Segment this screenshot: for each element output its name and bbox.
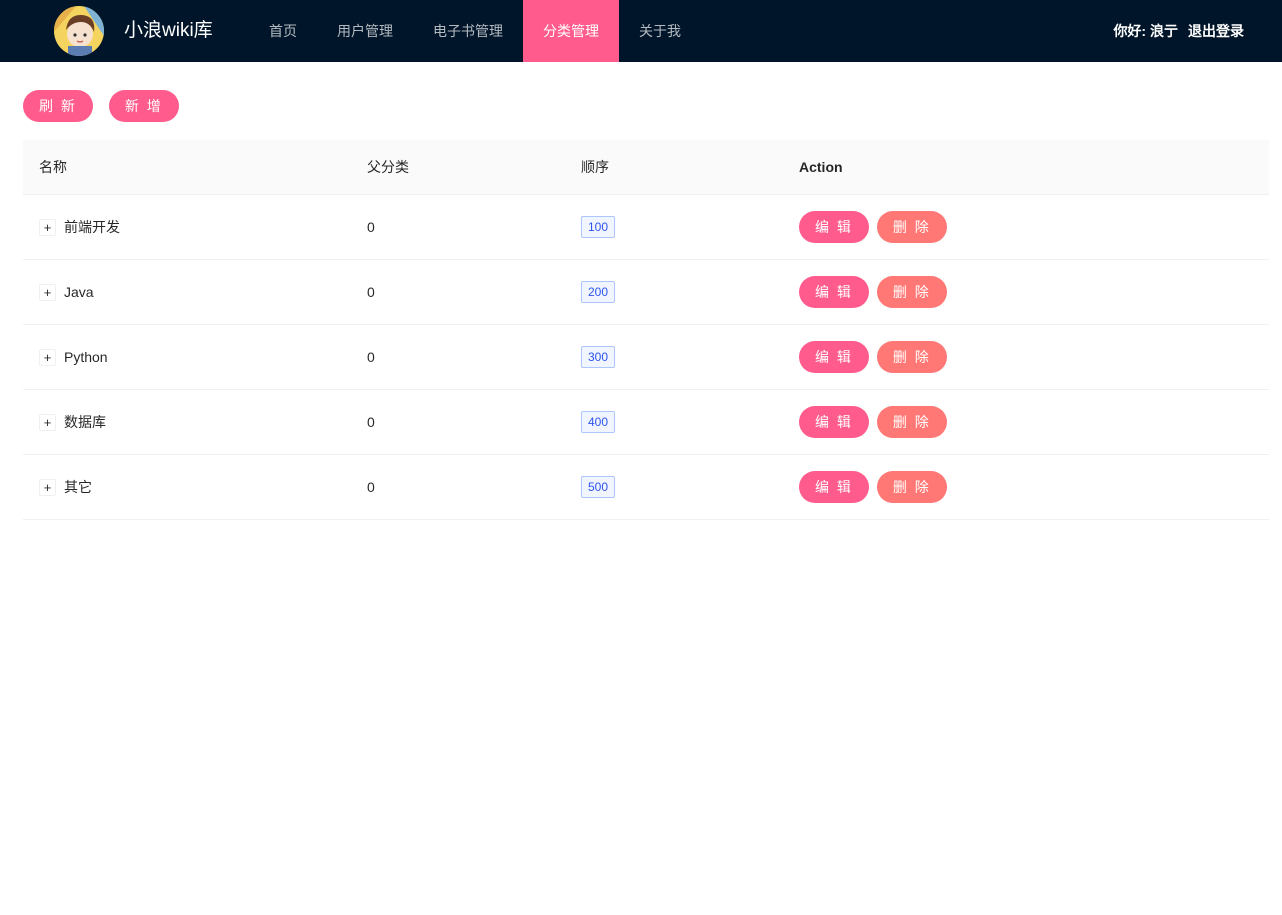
category-name: Python — [64, 349, 108, 365]
top-header: 小浪wiki库 首页 用户管理 电子书管理 分类管理 关于我 你好: 浪亍 退出… — [0, 0, 1282, 62]
expand-icon[interactable]: + — [39, 348, 56, 366]
avatar[interactable] — [54, 6, 104, 56]
nav-item-home[interactable]: 首页 — [249, 0, 317, 62]
table-row: + 其它 0 500 编 辑 删 除 — [23, 455, 1269, 520]
category-name: 其它 — [64, 479, 92, 495]
toolbar: 刷 新 新 增 — [23, 90, 179, 122]
sort-tag: 200 — [581, 281, 616, 303]
user-area: 你好: 浪亍 退出登录 — [1113, 0, 1244, 62]
add-button[interactable]: 新 增 — [108, 90, 179, 122]
nav-item-users[interactable]: 用户管理 — [317, 0, 413, 62]
nav-item-categories[interactable]: 分类管理 — [523, 0, 619, 62]
delete-button[interactable]: 删 除 — [876, 211, 947, 243]
expand-icon[interactable]: + — [39, 283, 56, 301]
main-nav: 首页 用户管理 电子书管理 分类管理 关于我 — [249, 0, 701, 62]
table-row: + 前端开发 0 100 编 辑 删 除 — [23, 195, 1269, 260]
edit-button[interactable]: 编 辑 — [799, 341, 869, 373]
logout-link[interactable]: 退出登录 — [1188, 21, 1244, 41]
category-name: 数据库 — [64, 414, 106, 430]
sort-tag: 100 — [581, 216, 616, 238]
category-name: Java — [64, 284, 94, 300]
greeting: 你好: 浪亍 — [1113, 23, 1178, 39]
avatar-image — [54, 6, 104, 56]
parent-value: 0 — [367, 349, 375, 365]
delete-button[interactable]: 删 除 — [876, 406, 947, 438]
column-header-action: Action — [799, 159, 843, 175]
edit-button[interactable]: 编 辑 — [799, 406, 869, 438]
edit-button[interactable]: 编 辑 — [799, 471, 869, 503]
site-title: 小浪wiki库 — [124, 20, 213, 41]
table-header-row: 名称 父分类 顺序 Action — [23, 140, 1269, 195]
delete-button[interactable]: 删 除 — [876, 471, 947, 503]
edit-button[interactable]: 编 辑 — [799, 211, 869, 243]
parent-value: 0 — [367, 414, 375, 430]
delete-button[interactable]: 删 除 — [876, 341, 947, 373]
sort-tag: 500 — [581, 476, 616, 498]
sort-tag: 300 — [581, 346, 616, 368]
nav-item-about[interactable]: 关于我 — [619, 0, 701, 62]
parent-value: 0 — [367, 284, 375, 300]
expand-icon[interactable]: + — [39, 218, 56, 236]
refresh-button[interactable]: 刷 新 — [23, 90, 93, 122]
edit-button[interactable]: 编 辑 — [799, 276, 869, 308]
parent-value: 0 — [367, 479, 375, 495]
sort-tag: 400 — [581, 411, 616, 433]
delete-button[interactable]: 删 除 — [876, 276, 947, 308]
table-row: + 数据库 0 400 编 辑 删 除 — [23, 390, 1269, 455]
category-table: 名称 父分类 顺序 Action + 前端开发 0 100 编 辑 删 除 + … — [23, 140, 1269, 520]
category-name: 前端开发 — [64, 219, 120, 235]
column-header-name: 名称 — [39, 159, 67, 175]
parent-value: 0 — [367, 219, 375, 235]
table-row: + Java 0 200 编 辑 删 除 — [23, 260, 1269, 325]
expand-icon[interactable]: + — [39, 413, 56, 431]
column-header-parent: 父分类 — [367, 159, 409, 175]
column-header-sort: 顺序 — [581, 159, 609, 175]
nav-item-ebooks[interactable]: 电子书管理 — [413, 0, 523, 62]
table-row: + Python 0 300 编 辑 删 除 — [23, 325, 1269, 390]
expand-icon[interactable]: + — [39, 478, 56, 496]
